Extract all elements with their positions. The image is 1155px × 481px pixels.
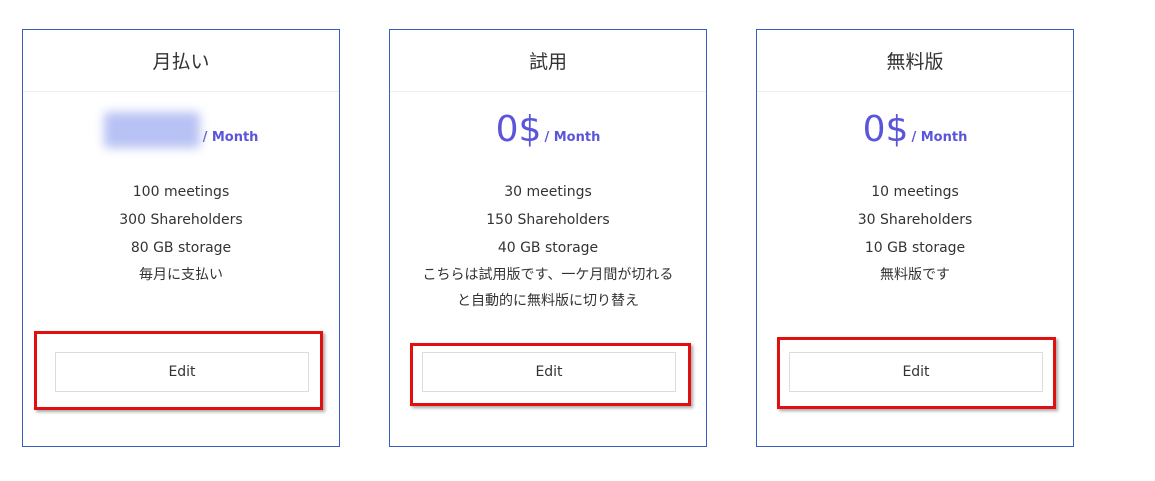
- plan-description: 毎月に支払い: [139, 267, 223, 283]
- feature-shareholders: 150 Shareholders: [486, 212, 610, 228]
- pricing-page: 月払い / Month 100 meetings 300 Shareholder…: [0, 0, 1155, 481]
- plan-description: こちらは試用版です、一ケ月間が切れると自動的に無料版に切り替え: [422, 267, 674, 309]
- feature-list: 100 meetings 300 Shareholders 80 GB stor…: [23, 178, 339, 288]
- feature-meetings: 100 meetings: [132, 184, 230, 200]
- feature-shareholders: 30 Shareholders: [857, 212, 973, 228]
- feature-storage: 10 GB storage: [864, 240, 966, 256]
- price-amount: 0$: [495, 109, 542, 150]
- feature-meetings: 10 meetings: [871, 184, 959, 200]
- price-unit: / Month: [202, 129, 259, 145]
- edit-button[interactable]: Edit: [55, 352, 309, 392]
- price-unit: / Month: [911, 129, 968, 145]
- feature-storage: 80 GB storage: [130, 240, 232, 256]
- feature-storage: 40 GB storage: [497, 240, 599, 256]
- price-row: 0$ / Month: [390, 92, 706, 168]
- plan-description: 無料版です: [880, 267, 950, 283]
- price-row: 0$ / Month: [757, 92, 1073, 168]
- price-unit: / Month: [544, 129, 601, 145]
- edit-button[interactable]: Edit: [422, 352, 676, 392]
- plan-title: 無料版: [757, 30, 1073, 92]
- price-redacted: [103, 112, 200, 148]
- price-row: / Month: [23, 92, 339, 168]
- feature-list: 10 meetings 30 Shareholders 10 GB storag…: [757, 178, 1073, 288]
- plan-card-trial: 試用 0$ / Month 30 meetings 150 Shareholde…: [389, 29, 707, 447]
- price-amount: 0$: [862, 109, 909, 150]
- edit-button[interactable]: Edit: [789, 352, 1043, 392]
- feature-list: 30 meetings 150 Shareholders 40 GB stora…: [390, 178, 706, 314]
- plan-card-free: 無料版 0$ / Month 10 meetings 30 Shareholde…: [756, 29, 1074, 447]
- plan-title: 月払い: [23, 30, 339, 92]
- feature-meetings: 30 meetings: [504, 184, 592, 200]
- plan-title: 試用: [390, 30, 706, 92]
- feature-shareholders: 300 Shareholders: [119, 212, 243, 228]
- plan-card-monthly: 月払い / Month 100 meetings 300 Shareholder…: [22, 29, 340, 447]
